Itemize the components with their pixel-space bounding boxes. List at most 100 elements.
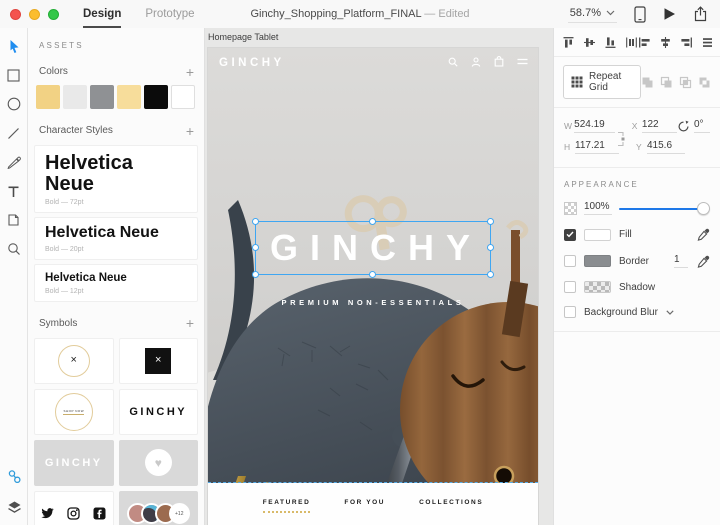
- artboard-homepage-tablet[interactable]: GINCHY GINCHY PREMIUM NON-ESSENTIALS: [208, 48, 538, 525]
- color-swatch[interactable]: [36, 85, 60, 109]
- background-blur-checkbox[interactable]: [564, 306, 576, 318]
- color-swatch[interactable]: [171, 85, 195, 109]
- border-width-input[interactable]: 1: [674, 254, 688, 268]
- boolean-exclude-icon[interactable]: [698, 76, 711, 89]
- selection-handle[interactable]: [487, 218, 494, 225]
- align-right-icon[interactable]: [680, 36, 693, 49]
- selection-handle[interactable]: [369, 218, 376, 225]
- boolean-union-icon[interactable]: [641, 76, 654, 89]
- symbol-close-circle[interactable]: ×: [34, 338, 114, 384]
- symbol-avatar-group[interactable]: +12: [119, 491, 199, 525]
- document-name: Ginchy_Shopping_Platform_FINAL: [250, 8, 421, 20]
- chevron-down-icon[interactable]: [666, 310, 674, 315]
- align-bottom-icon[interactable]: [604, 36, 617, 49]
- assets-panel: ASSETS Colors + Character Styles + Helve…: [28, 28, 205, 525]
- nav-item-collections[interactable]: COLLECTIONS: [419, 499, 483, 506]
- artboard-label[interactable]: Homepage Tablet: [208, 32, 278, 42]
- selection-bounding-box[interactable]: [255, 221, 491, 275]
- character-style-item[interactable]: Helvetica Neue Bold — 12pt: [34, 264, 198, 302]
- align-vertical-center-icon[interactable]: [583, 36, 596, 49]
- rectangle-tool-icon[interactable]: [6, 67, 22, 83]
- character-style-item[interactable]: Helvetica Neue Bold — 72pt: [34, 145, 198, 213]
- align-top-icon[interactable]: [562, 36, 575, 49]
- color-swatch[interactable]: [117, 85, 141, 109]
- canvas-pasteboard[interactable]: Homepage Tablet: [205, 28, 553, 525]
- search-icon[interactable]: [448, 57, 458, 67]
- lock-link-icon[interactable]: [616, 131, 626, 147]
- fill-checkbox[interactable]: [564, 229, 576, 241]
- symbol-favorite-button[interactable]: ♥: [119, 440, 199, 486]
- fill-label: Fill: [619, 229, 632, 240]
- assets-icon[interactable]: [6, 468, 22, 484]
- height-label: H: [564, 142, 575, 152]
- opacity-input[interactable]: 100%: [584, 201, 612, 215]
- bag-icon[interactable]: [494, 56, 504, 67]
- text-tool-icon[interactable]: [6, 183, 22, 199]
- shadow-swatch[interactable]: [584, 281, 611, 293]
- hero-subtitle-text[interactable]: PREMIUM NON-ESSENTIALS: [282, 298, 465, 307]
- distribute-horizontal-icon[interactable]: [625, 36, 638, 49]
- x-input[interactable]: 122: [642, 119, 677, 133]
- border-color-swatch[interactable]: [584, 255, 611, 267]
- eyedropper-icon[interactable]: [697, 228, 710, 241]
- add-color-button[interactable]: +: [186, 67, 194, 77]
- opacity-slider[interactable]: [619, 202, 710, 215]
- zoom-tool-icon[interactable]: [6, 241, 22, 257]
- height-input[interactable]: 117.21: [575, 140, 619, 154]
- artboard-tool-icon[interactable]: [6, 212, 22, 228]
- symbol-close-square[interactable]: ×: [119, 338, 199, 384]
- color-swatch[interactable]: [90, 85, 114, 109]
- eyedropper-icon[interactable]: [697, 255, 710, 268]
- align-left-icon[interactable]: [638, 36, 651, 49]
- color-swatch[interactable]: [63, 85, 87, 109]
- minimize-window-button[interactable]: [29, 9, 40, 20]
- symbol-ginchy-logo-dark[interactable]: GINCHY: [119, 389, 199, 435]
- boolean-intersect-icon[interactable]: [679, 76, 692, 89]
- symbol-social-icons[interactable]: [34, 491, 114, 525]
- boolean-subtract-icon[interactable]: [660, 76, 673, 89]
- close-window-button[interactable]: [10, 9, 21, 20]
- width-input[interactable]: 524.19: [574, 119, 615, 133]
- add-character-style-button[interactable]: +: [186, 126, 194, 136]
- ellipse-tool-icon[interactable]: [6, 96, 22, 112]
- selection-handle[interactable]: [252, 271, 259, 278]
- align-horizontal-center-icon[interactable]: [659, 36, 672, 49]
- rotation-input[interactable]: 0°: [694, 119, 710, 133]
- border-checkbox[interactable]: [564, 255, 576, 267]
- device-preview-icon[interactable]: [634, 6, 646, 23]
- character-style-detail: Bold — 12pt: [45, 288, 187, 295]
- zoom-level-control[interactable]: 58.7%: [568, 5, 617, 23]
- distribute-vertical-icon[interactable]: [701, 36, 714, 49]
- character-style-list: Helvetica Neue Bold — 72pt Helvetica Neu…: [34, 145, 198, 302]
- select-tool-icon[interactable]: [6, 38, 22, 54]
- shadow-checkbox[interactable]: [564, 281, 576, 293]
- pen-tool-icon[interactable]: [6, 154, 22, 170]
- nav-item-for-you[interactable]: FOR YOU: [344, 499, 385, 506]
- y-input[interactable]: 415.6: [647, 140, 685, 154]
- user-icon[interactable]: [471, 57, 481, 67]
- share-icon[interactable]: [693, 6, 708, 22]
- fullscreen-window-button[interactable]: [48, 9, 59, 20]
- character-style-item[interactable]: Helvetica Neue Bold — 20pt: [34, 217, 198, 260]
- play-icon[interactable]: [663, 7, 676, 21]
- add-symbol-button[interactable]: +: [186, 318, 194, 328]
- fill-color-swatch[interactable]: [584, 229, 611, 241]
- selection-handle[interactable]: [369, 271, 376, 278]
- layers-icon[interactable]: [6, 499, 22, 515]
- selection-handle[interactable]: [252, 244, 259, 251]
- menu-icon[interactable]: [517, 58, 528, 65]
- selection-handle[interactable]: [252, 218, 259, 225]
- line-tool-icon[interactable]: [6, 125, 22, 141]
- selection-handle[interactable]: [487, 244, 494, 251]
- nav-item-featured[interactable]: FEATURED: [263, 499, 311, 506]
- symbols-section-header: Symbols +: [39, 318, 194, 329]
- selection-handle[interactable]: [487, 271, 494, 278]
- repeat-grid-button[interactable]: Repeat Grid: [563, 65, 641, 99]
- tab-design[interactable]: Design: [83, 0, 121, 28]
- site-logo[interactable]: GINCHY: [219, 57, 285, 69]
- tab-prototype[interactable]: Prototype: [145, 0, 194, 28]
- symbol-ginchy-logo-light[interactable]: GINCHY: [34, 440, 114, 486]
- opacity-slider-knob[interactable]: [697, 202, 710, 215]
- symbol-shop-now-badge[interactable]: SHOP NOW: [34, 389, 114, 435]
- color-swatch[interactable]: [144, 85, 168, 109]
